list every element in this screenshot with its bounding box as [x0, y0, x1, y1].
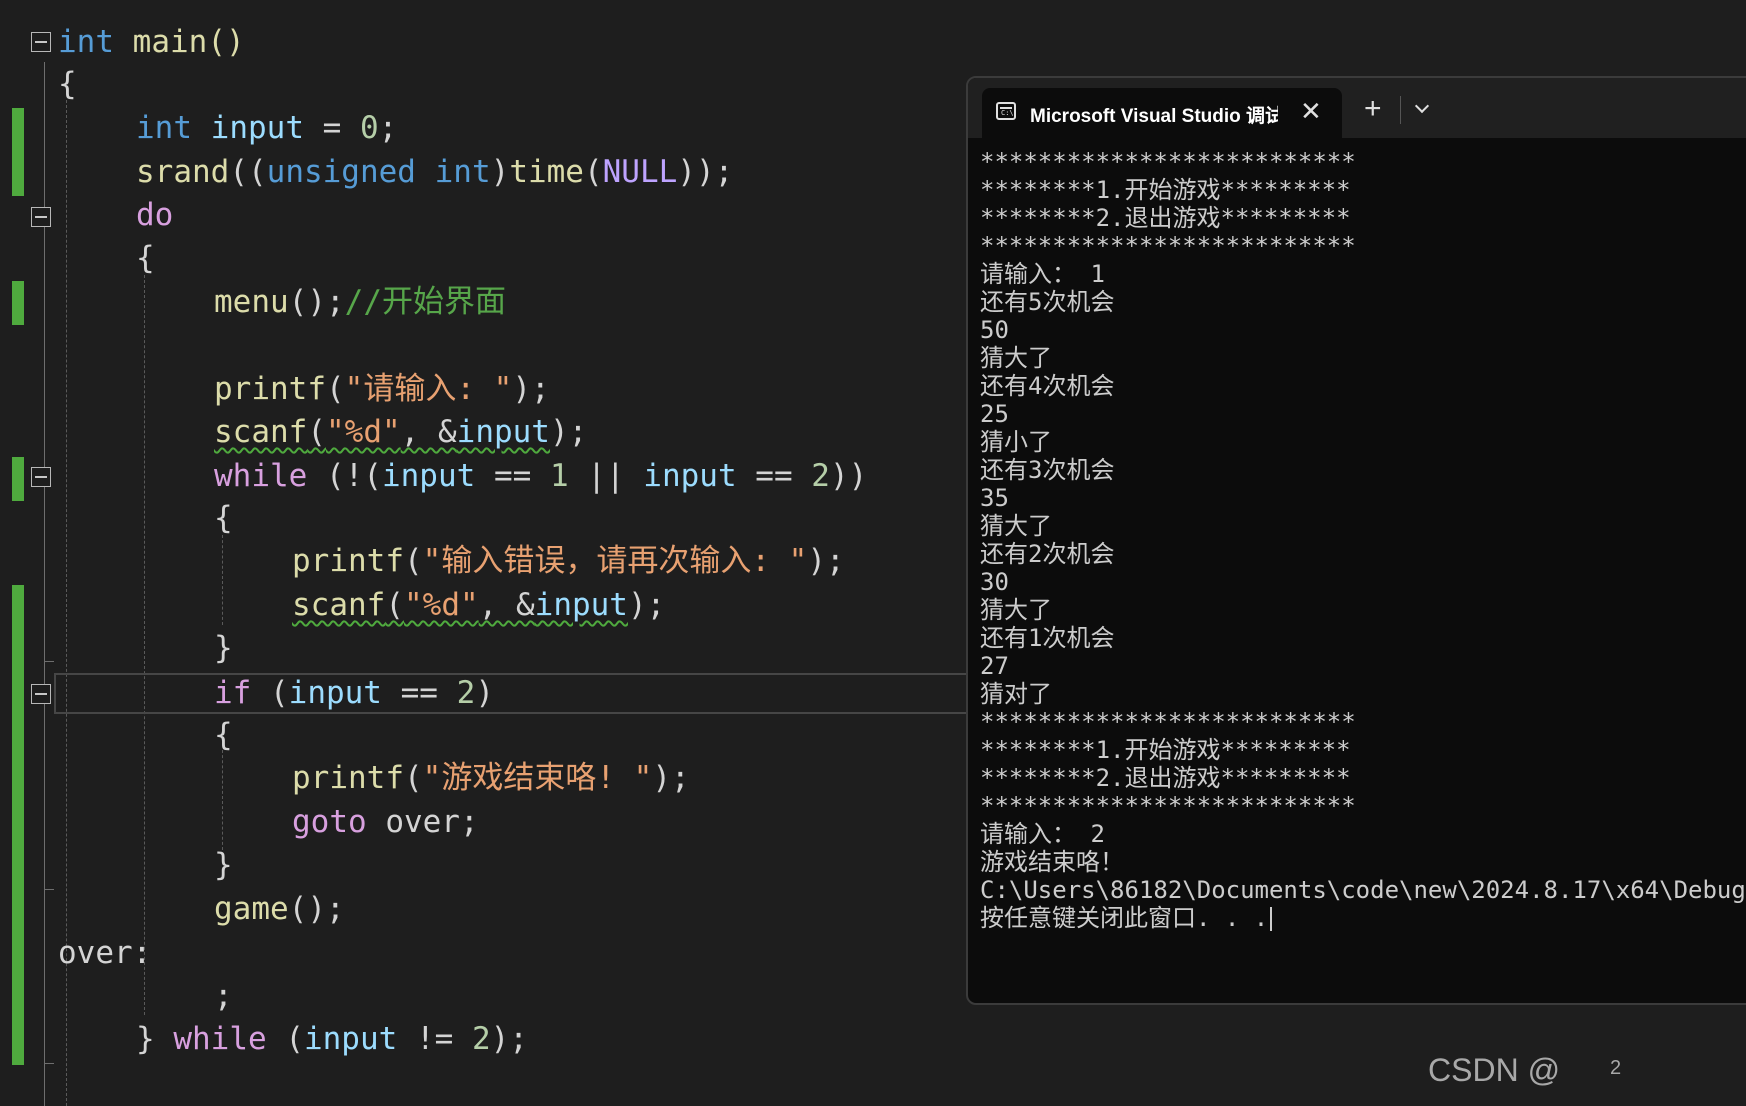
- console-line: 请输入： 2: [980, 820, 1105, 848]
- fold-toggle[interactable]: [31, 467, 51, 487]
- console-line: 猜大了: [980, 512, 1052, 540]
- console-line: 30: [980, 568, 1009, 596]
- console-line: 50: [980, 316, 1009, 344]
- console-line-prompt: 按任意键关闭此窗口. . .: [980, 904, 1746, 932]
- fold-toggle[interactable]: [31, 32, 51, 52]
- code-line-brace[interactable]: }: [58, 845, 233, 885]
- console-output[interactable]: ************************** ********1.开始游…: [980, 148, 1746, 932]
- console-line: **************************: [980, 708, 1356, 736]
- tab-title: Microsoft Visual Studio 调试控制台: [1030, 106, 1278, 127]
- code-line-do[interactable]: do: [58, 195, 173, 235]
- code-line-while-loop[interactable]: } while (input != 2);: [58, 1019, 528, 1059]
- chevron-down-icon[interactable]: [1410, 96, 1434, 120]
- console-line: **************************: [980, 232, 1356, 260]
- fold-toggle[interactable]: [31, 684, 51, 704]
- code-line-printf[interactable]: printf("请输入: ");: [58, 369, 550, 409]
- console-line: **************************: [980, 148, 1356, 176]
- code-line-game[interactable]: game();: [58, 889, 345, 929]
- tab-separator: [1400, 96, 1401, 124]
- code-line-printf-end[interactable]: printf("游戏结束咯! ");: [58, 758, 690, 798]
- debug-console-window[interactable]: C:\ Microsoft Visual Studio 调试控制台 ✕ + **…: [966, 76, 1746, 1005]
- code-line-goto[interactable]: goto over;: [58, 802, 479, 842]
- change-indicator: [12, 585, 24, 1065]
- console-line: ********1.开始游戏*********: [980, 176, 1351, 204]
- console-line: 还有2次机会: [980, 540, 1115, 568]
- code-line-srand[interactable]: srand((unsigned int)time(NULL));: [58, 152, 733, 192]
- code-line-empty-statement[interactable]: ;: [58, 976, 233, 1016]
- console-line: 35: [980, 484, 1009, 512]
- outline-end: [44, 889, 54, 890]
- console-line: 还有4次机会: [980, 372, 1115, 400]
- change-indicator: [12, 281, 24, 325]
- console-line: 猜大了: [980, 344, 1052, 372]
- console-line: 27: [980, 652, 1009, 680]
- console-line: 25: [980, 400, 1009, 428]
- close-icon[interactable]: ✕: [1300, 96, 1322, 126]
- outline-end: [44, 1063, 54, 1064]
- console-line: 游戏结束咯！: [980, 848, 1124, 876]
- console-titlebar[interactable]: C:\ Microsoft Visual Studio 调试控制台 ✕ +: [968, 78, 1746, 138]
- console-line: ********1.开始游戏*********: [980, 736, 1351, 764]
- new-tab-button[interactable]: +: [1364, 94, 1382, 124]
- code-line-declare[interactable]: int input = 0;: [58, 108, 397, 148]
- code-line-if[interactable]: if (input == 2): [58, 673, 494, 713]
- watermark: CSDN @: [1428, 1052, 1561, 1088]
- fold-toggle[interactable]: [31, 207, 51, 227]
- code-line-scanf[interactable]: scanf("%d", &input);: [58, 412, 587, 452]
- code-line-brace[interactable]: }: [58, 628, 233, 668]
- console-line: 猜对了: [980, 680, 1052, 708]
- console-tab[interactable]: C:\ Microsoft Visual Studio 调试控制台 ✕: [982, 88, 1342, 138]
- code-line-brace[interactable]: {: [58, 715, 233, 755]
- code-line-main[interactable]: int main(): [58, 22, 245, 62]
- code-line-brace[interactable]: {: [58, 498, 233, 538]
- terminal-icon: C:\: [996, 102, 1016, 120]
- console-line: ********2.退出游戏*********: [980, 764, 1351, 792]
- code-line-while-check[interactable]: while (!(input == 1 || input == 2)): [58, 456, 867, 496]
- code-line-brace[interactable]: {: [58, 64, 77, 104]
- code-line-label[interactable]: over:: [58, 933, 151, 973]
- outline-end: [44, 661, 54, 662]
- console-line: **************************: [980, 792, 1356, 820]
- console-line: 猜小了: [980, 428, 1052, 456]
- console-line: 还有1次机会: [980, 624, 1115, 652]
- console-line: 猜大了: [980, 596, 1052, 624]
- console-line: ********2.退出游戏*********: [980, 204, 1351, 232]
- console-line: 还有5次机会: [980, 288, 1115, 316]
- code-line-menu[interactable]: menu();//开始界面: [58, 282, 506, 322]
- console-line: C:\Users\86182\Documents\code\new\2024.8…: [980, 876, 1746, 904]
- watermark-suffix: 2: [1610, 1057, 1622, 1079]
- text-cursor: [1270, 907, 1273, 931]
- change-indicator: [12, 108, 24, 196]
- code-line-printf-error[interactable]: printf("输入错误，请再次输入: ");: [58, 541, 845, 581]
- code-line-brace[interactable]: {: [58, 238, 155, 278]
- code-line-scanf[interactable]: scanf("%d", &input);: [58, 585, 665, 625]
- console-line: 请输入： 1: [980, 260, 1105, 288]
- change-indicator: [12, 457, 24, 501]
- console-line: 还有3次机会: [980, 456, 1115, 484]
